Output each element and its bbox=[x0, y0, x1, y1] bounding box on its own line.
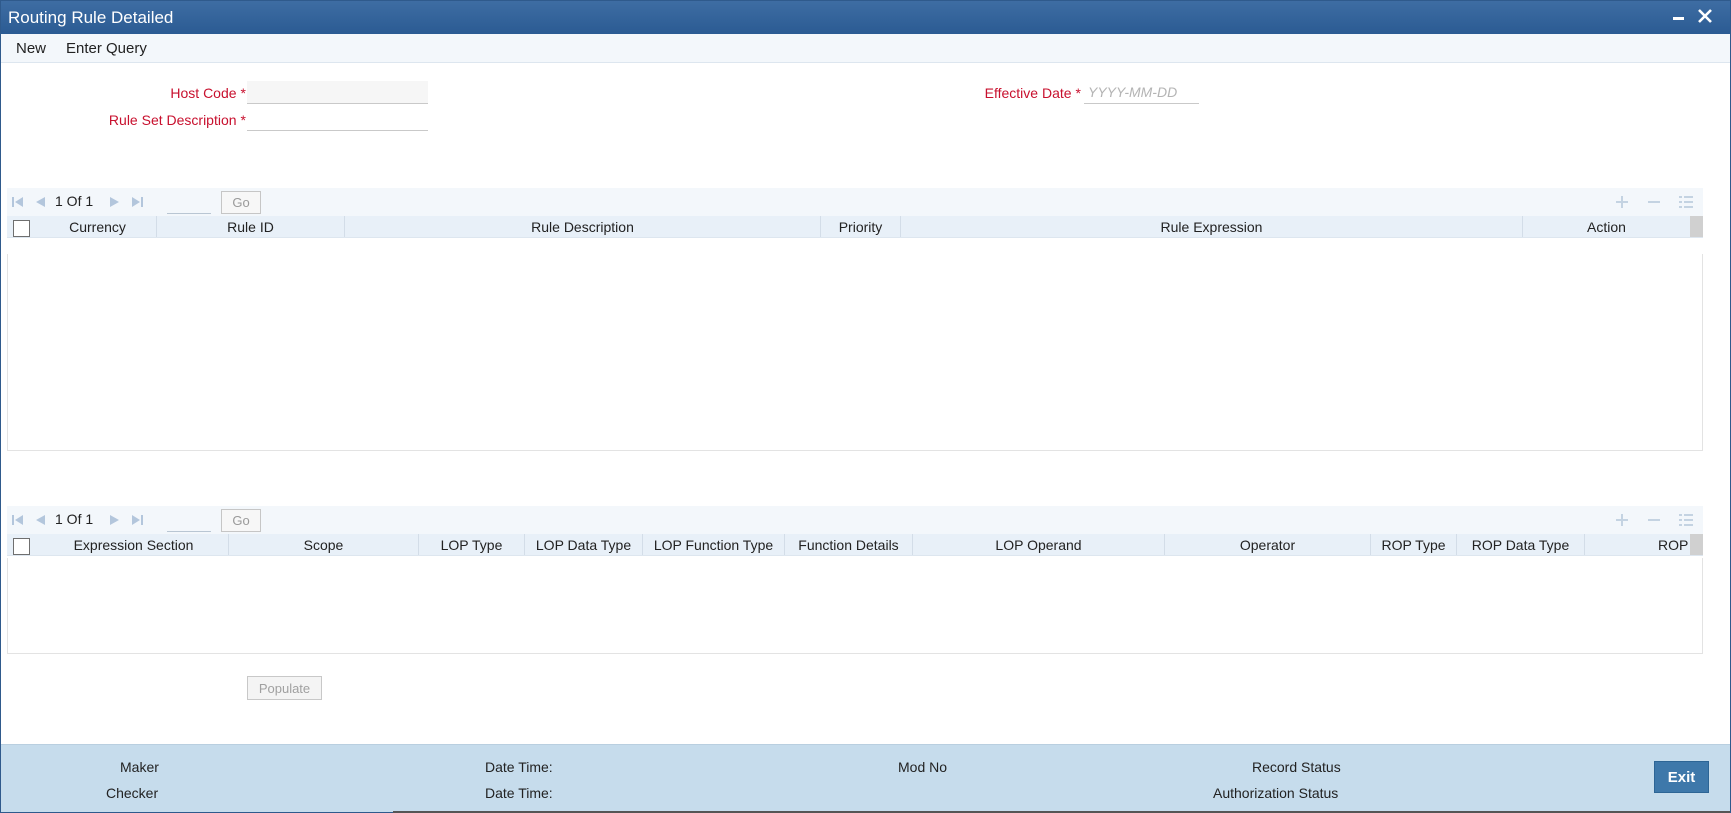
column-lop-type[interactable]: LOP Type bbox=[419, 534, 525, 555]
checker-label: Checker bbox=[106, 785, 159, 801]
effective-date-label: Effective Date * bbox=[984, 85, 1081, 101]
window-title: Routing Rule Detailed bbox=[8, 8, 174, 27]
rules-grid-header: Currency Rule ID Rule Description Priori… bbox=[7, 216, 1703, 238]
effective-date-input[interactable] bbox=[1084, 81, 1199, 104]
column-action[interactable]: Action bbox=[1523, 216, 1690, 237]
column-priority[interactable]: Priority bbox=[821, 216, 901, 237]
column-function-details[interactable]: Function Details bbox=[785, 534, 913, 555]
column-rop-data-type[interactable]: ROP Data Type bbox=[1457, 534, 1585, 555]
delete-row-icon[interactable] bbox=[1646, 194, 1662, 210]
column-expression-section[interactable]: Expression Section bbox=[39, 534, 229, 555]
column-rule-expression[interactable]: Rule Expression bbox=[901, 216, 1523, 237]
last-page-icon[interactable] bbox=[130, 195, 144, 209]
rule-set-description-label: Rule Set Description * bbox=[108, 112, 246, 128]
audit-footer: Maker Checker Date Time: Date Time: Mod … bbox=[1, 744, 1730, 813]
column-rop-operand[interactable]: ROP Operand bbox=[1585, 534, 1690, 555]
first-page-icon[interactable] bbox=[11, 513, 25, 527]
maker-label: Maker bbox=[120, 759, 159, 775]
rules-grid-scrollbar[interactable] bbox=[1690, 216, 1703, 237]
minimize-icon[interactable] bbox=[1667, 5, 1689, 29]
next-page-icon[interactable] bbox=[108, 195, 122, 209]
add-row-icon[interactable] bbox=[1614, 194, 1630, 210]
maker-date-time-label: Date Time: bbox=[485, 759, 553, 775]
host-code-label: Host Code * bbox=[170, 85, 246, 101]
close-icon[interactable] bbox=[1694, 5, 1716, 29]
record-status-label: Record Status bbox=[1252, 759, 1341, 775]
add-row-icon[interactable] bbox=[1614, 512, 1630, 528]
single-view-icon[interactable] bbox=[1678, 194, 1694, 210]
populate-button[interactable]: Populate bbox=[247, 676, 322, 700]
authorization-status-label: Authorization Status bbox=[1213, 785, 1339, 801]
exit-button[interactable]: Exit bbox=[1654, 761, 1709, 793]
single-view-icon[interactable] bbox=[1678, 512, 1694, 528]
expression-grid-pager: 1 Of 1 Go bbox=[7, 506, 1703, 534]
rules-grid-page-count: 1 Of 1 bbox=[55, 193, 94, 209]
rules-grid-body bbox=[7, 254, 1703, 451]
expression-grid-body bbox=[7, 558, 1703, 654]
expression-grid-go-button[interactable]: Go bbox=[221, 509, 261, 532]
last-page-icon[interactable] bbox=[130, 513, 144, 527]
title-bar: Routing Rule Detailed bbox=[1, 1, 1730, 34]
column-rule-id[interactable]: Rule ID bbox=[157, 216, 345, 237]
host-code-input[interactable] bbox=[247, 81, 428, 104]
rules-grid-pager: 1 Of 1 Go bbox=[7, 188, 1703, 216]
rules-select-all-checkbox[interactable] bbox=[13, 220, 30, 237]
expression-grid-header: Expression Section Scope LOP Type LOP Da… bbox=[7, 534, 1703, 556]
expression-grid-page-count: 1 Of 1 bbox=[55, 511, 94, 527]
menu-new[interactable]: New bbox=[16, 40, 46, 57]
rules-grid: 1 Of 1 Go Currency Rule ID Rule Descript… bbox=[7, 188, 1703, 451]
column-lop-function-type[interactable]: LOP Function Type bbox=[643, 534, 785, 555]
previous-page-icon[interactable] bbox=[33, 195, 47, 209]
first-page-icon[interactable] bbox=[11, 195, 25, 209]
column-rule-description[interactable]: Rule Description bbox=[345, 216, 821, 237]
expression-grid-page-input[interactable] bbox=[167, 510, 211, 532]
rule-set-description-input[interactable] bbox=[247, 108, 428, 131]
previous-page-icon[interactable] bbox=[33, 513, 47, 527]
expression-select-all-checkbox[interactable] bbox=[13, 538, 30, 555]
next-page-icon[interactable] bbox=[108, 513, 122, 527]
menu-enter-query[interactable]: Enter Query bbox=[66, 40, 147, 57]
rules-grid-go-button[interactable]: Go bbox=[221, 191, 261, 214]
delete-row-icon[interactable] bbox=[1646, 512, 1662, 528]
routing-rule-window: Routing Rule Detailed New Enter Query Ho… bbox=[0, 0, 1731, 813]
rules-grid-page-input[interactable] bbox=[167, 192, 211, 214]
menu-bar: New Enter Query bbox=[1, 34, 1730, 63]
column-lop-operand[interactable]: LOP Operand bbox=[913, 534, 1165, 555]
column-lop-data-type[interactable]: LOP Data Type bbox=[525, 534, 643, 555]
checker-date-time-label: Date Time: bbox=[485, 785, 553, 801]
mod-no-label: Mod No bbox=[898, 759, 948, 775]
column-operator[interactable]: Operator bbox=[1165, 534, 1371, 555]
expression-grid-scrollbar[interactable] bbox=[1690, 534, 1703, 555]
column-rop-type[interactable]: ROP Type bbox=[1371, 534, 1457, 555]
column-currency[interactable]: Currency bbox=[39, 216, 157, 237]
expression-grid: 1 Of 1 Go Expression Section Scope LOP T… bbox=[7, 506, 1703, 654]
column-scope[interactable]: Scope bbox=[229, 534, 419, 555]
